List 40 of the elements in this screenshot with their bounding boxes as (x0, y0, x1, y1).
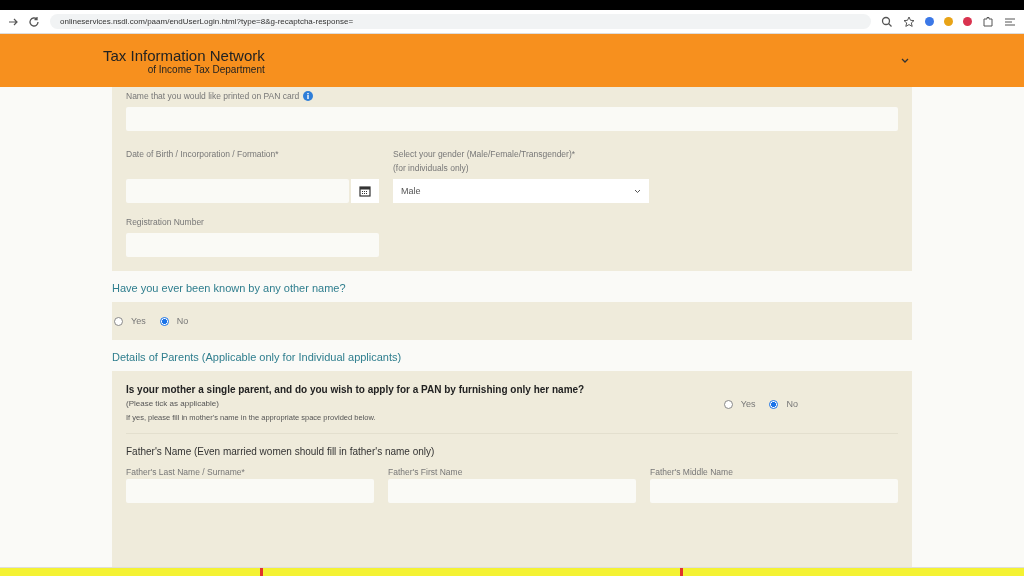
name-field[interactable] (388, 479, 636, 503)
radio-option[interactable]: Yes (114, 316, 146, 326)
field-note: (for individuals only) (393, 162, 470, 175)
field-label: Name that you would like printed on PAN card (126, 90, 300, 103)
field-label: Father's First Name (388, 466, 464, 479)
section-heading: Details of Parents (Applicable only for Individual applicants) (112, 350, 403, 365)
group-heading: Father's Name (Even married women should fill in father's name only) (126, 446, 436, 457)
gender-select[interactable]: Male (393, 179, 649, 203)
radio-option[interactable]: No (769, 383, 798, 425)
registration-field[interactable] (126, 233, 379, 257)
radio-option[interactable]: Yes (723, 383, 756, 425)
menu-icon[interactable] (1004, 15, 1016, 28)
info-icon[interactable] (303, 91, 314, 101)
calendar-icon (359, 185, 371, 197)
zoom-icon[interactable] (881, 15, 893, 28)
caret-icon[interactable] (901, 57, 909, 64)
field-label: Select your gender (Male/Female/Transgender)* (393, 148, 577, 161)
name-field[interactable] (126, 107, 898, 131)
question-text: Is your mother a single parent, and do you wish to apply for a PAN by furnishing only her name? (126, 383, 585, 397)
field-label: Date of Birth / Incorporation / Formation* (126, 148, 280, 161)
site-title: Tax Information Network (103, 46, 265, 64)
reload-icon[interactable] (28, 15, 40, 28)
date-field[interactable] (126, 179, 349, 203)
extension-icon[interactable] (944, 17, 953, 26)
extension-icon[interactable] (925, 17, 934, 26)
address-bar[interactable]: onlineservices.nsdl.com/paam/endUserLogin.html?type=8&g-recaptcha-response= (50, 14, 871, 29)
field-label: Father's Middle Name (650, 466, 734, 479)
note-text: (Please tick as applicable) (126, 398, 220, 410)
name-field[interactable] (126, 479, 374, 503)
caret-icon (634, 188, 641, 194)
field-label: Registration Number (126, 216, 205, 229)
radio-option[interactable]: No (159, 316, 189, 326)
extension-icon[interactable] (963, 17, 972, 26)
forward-icon[interactable] (8, 16, 18, 27)
star-icon[interactable] (903, 15, 915, 28)
calendar-button[interactable] (351, 179, 379, 203)
name-field[interactable] (650, 479, 898, 503)
site-subtitle: of Income Tax Department (147, 63, 265, 75)
section-heading: Have you ever been known by any other name? (112, 281, 347, 296)
field-label: Father's Last Name / Surname* (126, 466, 246, 479)
